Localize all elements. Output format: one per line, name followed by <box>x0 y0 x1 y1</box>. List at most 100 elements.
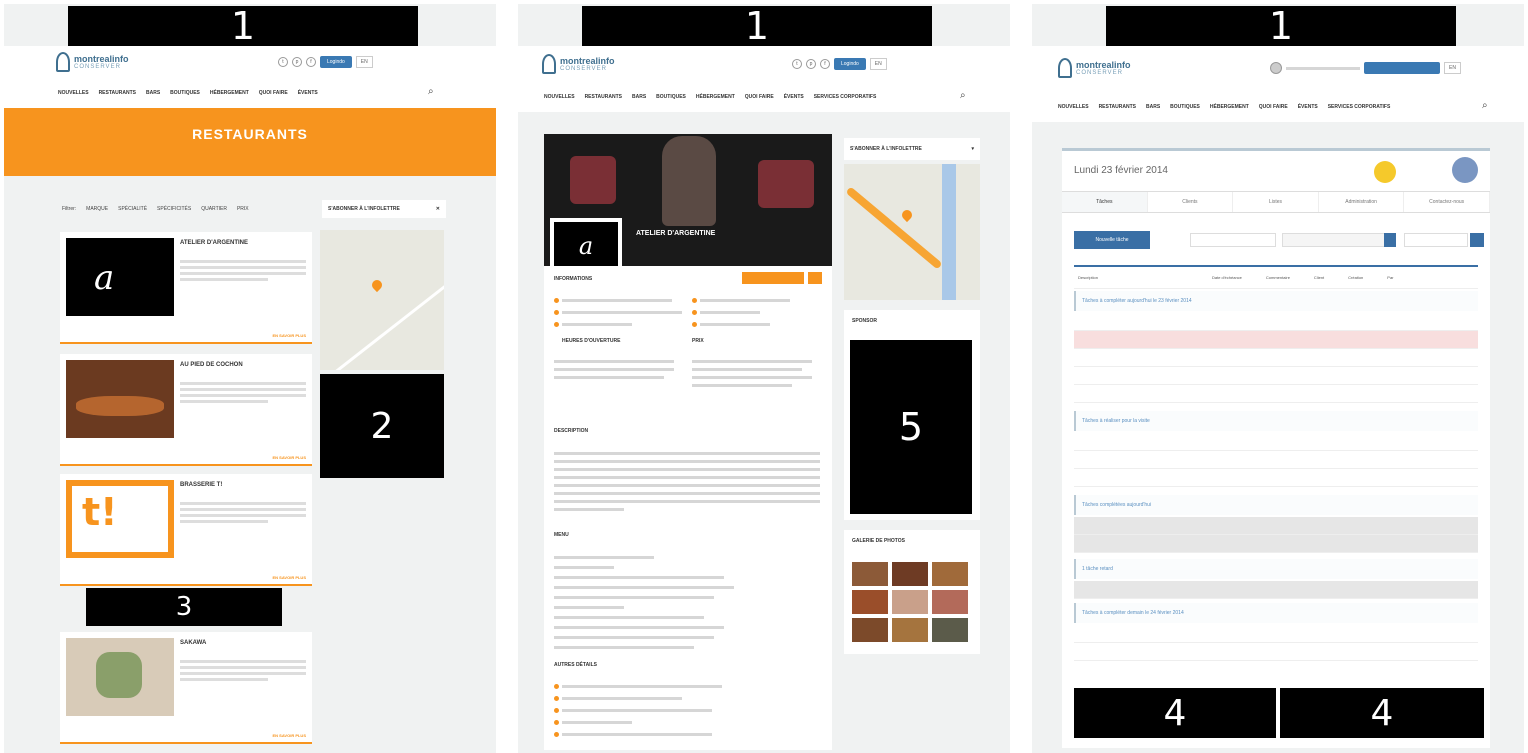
filter-prix[interactable]: PRIX <box>237 206 249 212</box>
col-by[interactable]: Par <box>1387 275 1393 280</box>
newsletter-box[interactable]: S'ABONNER À L'INFOLETTRE ▾ <box>844 138 980 160</box>
tab-contact[interactable]: Contactez-nous <box>1404 192 1490 212</box>
mail-icon[interactable] <box>808 272 822 284</box>
nav-item[interactable]: ÉVENTS <box>784 94 804 100</box>
gallery-thumb[interactable] <box>892 590 928 614</box>
read-more-link[interactable]: EN SAVOIR PLUS <box>273 333 307 338</box>
nav-item[interactable]: QUOI FAIRE <box>259 90 288 96</box>
gallery-thumb[interactable] <box>932 562 968 586</box>
nav-item[interactable]: BARS <box>632 94 646 100</box>
nav-item[interactable]: NOUVELLES <box>1058 104 1089 110</box>
search-input[interactable] <box>1404 233 1468 247</box>
tab-clients[interactable]: Clients <box>1148 192 1234 212</box>
filter-specificites[interactable]: SPÉCIFICITÉS <box>157 206 191 212</box>
filter-specialite[interactable]: SPÉCIALITÉ <box>118 206 147 212</box>
nav-item[interactable]: RESTAURANTS <box>99 90 136 96</box>
nav-item[interactable]: BOUTIQUES <box>1170 104 1200 110</box>
col-created[interactable]: Création <box>1348 275 1363 280</box>
restaurant-title[interactable]: ATELIER D'ARGENTINE <box>180 240 248 246</box>
pinterest-icon[interactable]: p <box>292 57 302 67</box>
task-type-select[interactable] <box>1190 233 1276 247</box>
gallery-thumb[interactable] <box>852 562 888 586</box>
tab-taches[interactable]: Tâches <box>1062 192 1148 212</box>
language-toggle[interactable]: EN <box>1444 62 1461 74</box>
nav-item[interactable]: BOUTIQUES <box>656 94 686 100</box>
action-button[interactable] <box>742 272 804 284</box>
site-logo[interactable]: montrealinfo CONSERVER <box>1058 58 1131 78</box>
filter-input[interactable] <box>1282 233 1392 247</box>
twitter-icon[interactable]: t <box>792 59 802 69</box>
login-button[interactable]: Logindo <box>834 58 866 70</box>
table-row-completed[interactable] <box>1074 517 1478 535</box>
tab-listes[interactable]: Listes <box>1233 192 1319 212</box>
search-icon[interactable]: ⌕ <box>1482 100 1488 111</box>
gallery-thumb[interactable] <box>932 590 968 614</box>
table-row[interactable] <box>1074 367 1478 385</box>
table-row[interactable] <box>1074 625 1478 643</box>
account-button[interactable] <box>1364 62 1440 74</box>
nav-item[interactable]: SERVICES CORPORATIFS <box>1328 104 1391 110</box>
tab-administration[interactable]: Administration <box>1319 192 1405 212</box>
table-row-highlighted[interactable] <box>1074 331 1478 349</box>
gallery-thumb[interactable] <box>892 562 928 586</box>
read-more-link[interactable]: EN SAVOIR PLUS <box>273 455 307 460</box>
gallery-thumb[interactable] <box>852 590 888 614</box>
close-icon[interactable]: ✕ <box>436 206 440 212</box>
table-row[interactable] <box>1074 469 1478 487</box>
search-icon[interactable]: ⌕ <box>960 90 966 101</box>
table-row[interactable] <box>1074 385 1478 403</box>
search-button[interactable] <box>1470 233 1484 247</box>
filter-quartier[interactable]: QUARTIER <box>201 206 227 212</box>
table-row[interactable] <box>1074 349 1478 367</box>
calendar-icon[interactable] <box>1384 233 1396 247</box>
restaurant-card[interactable]: t! BRASSERIE T! EN SAVOIR PLUS <box>60 474 312 586</box>
restaurant-card[interactable]: SAKAWA EN SAVOIR PLUS <box>60 632 312 744</box>
nav-item[interactable]: NOUVELLES <box>544 94 575 100</box>
table-row-late[interactable] <box>1074 581 1478 599</box>
nav-item[interactable]: BOUTIQUES <box>170 90 200 96</box>
restaurant-card[interactable]: AU PIED DE COCHON EN SAVOIR PLUS <box>60 354 312 466</box>
map-widget[interactable] <box>844 164 980 300</box>
pinterest-icon[interactable]: p <box>806 59 816 69</box>
facebook-icon[interactable]: f <box>306 57 316 67</box>
nav-item[interactable]: QUOI FAIRE <box>1259 104 1288 110</box>
col-description[interactable]: Description <box>1078 275 1188 280</box>
nav-item[interactable]: ÉVENTS <box>1298 104 1318 110</box>
restaurant-title[interactable]: BRASSERIE T! <box>180 482 222 488</box>
new-task-button[interactable]: Nouvelle tâche <box>1074 231 1150 249</box>
avatar[interactable] <box>1270 62 1282 74</box>
login-button[interactable]: Logindo <box>320 56 352 68</box>
chevron-down-icon[interactable]: ▾ <box>971 146 974 152</box>
language-toggle[interactable]: EN <box>869 58 887 70</box>
twitter-icon[interactable]: t <box>278 57 288 67</box>
read-more-link[interactable]: EN SAVOIR PLUS <box>273 733 307 738</box>
table-row-completed[interactable] <box>1074 535 1478 553</box>
restaurant-title[interactable]: AU PIED DE COCHON <box>180 362 243 368</box>
col-due-date[interactable]: Date d'échéance <box>1212 275 1242 280</box>
nav-item[interactable]: BARS <box>146 90 160 96</box>
table-row[interactable] <box>1074 433 1478 451</box>
nav-item[interactable]: HÉBERGEMENT <box>696 94 735 100</box>
gallery-thumb[interactable] <box>852 618 888 642</box>
restaurant-title[interactable]: SAKAWA <box>180 640 206 646</box>
facebook-icon[interactable]: f <box>820 59 830 69</box>
site-logo[interactable]: montrealinfo CONSERVER <box>542 54 615 74</box>
gallery-thumb[interactable] <box>892 618 928 642</box>
map-widget[interactable] <box>320 230 444 370</box>
nav-item[interactable]: SERVICES CORPORATIFS <box>814 94 877 100</box>
gallery-thumb[interactable] <box>932 618 968 642</box>
nav-item[interactable]: HÉBERGEMENT <box>1210 104 1249 110</box>
read-more-link[interactable]: EN SAVOIR PLUS <box>273 575 307 580</box>
nav-item[interactable]: ÉVENTS <box>298 90 318 96</box>
filter-marque[interactable]: MARQUE <box>86 206 108 212</box>
nav-item[interactable]: QUOI FAIRE <box>745 94 774 100</box>
table-row[interactable] <box>1074 451 1478 469</box>
language-toggle[interactable]: EN <box>355 56 373 68</box>
nav-item[interactable]: HÉBERGEMENT <box>210 90 249 96</box>
nav-item[interactable]: RESTAURANTS <box>585 94 622 100</box>
nav-item[interactable]: NOUVELLES <box>58 90 89 96</box>
site-logo[interactable]: montrealinfo CONSERVER <box>56 52 129 72</box>
map-pin-icon[interactable] <box>369 277 385 293</box>
nav-item[interactable]: RESTAURANTS <box>1099 104 1136 110</box>
col-comment[interactable]: Commentaire <box>1266 275 1290 280</box>
